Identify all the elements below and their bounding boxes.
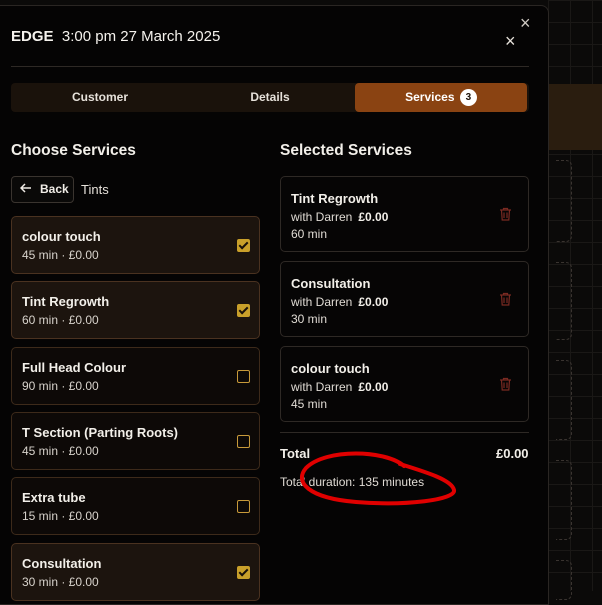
category-breadcrumb: Tints — [81, 182, 109, 197]
checkbox-icon[interactable] — [237, 566, 250, 579]
tab-label: Customer — [71, 90, 128, 104]
selected-service-staff: with Darren £0.00 — [291, 210, 388, 224]
back-label: Back — [40, 182, 69, 196]
selected-service-name: colour touch — [291, 361, 370, 376]
selected-service-price: £0.00 — [358, 210, 389, 224]
selected-service-duration: 30 min — [291, 312, 328, 326]
service-meta: 90 min · £0.00 — [22, 379, 99, 393]
background-appointment-slot — [556, 262, 572, 340]
trash-icon[interactable] — [499, 292, 512, 306]
staff-name: with Darren — [291, 295, 353, 309]
back-button[interactable]: Back — [11, 176, 74, 203]
service-name: Tint Regrowth — [22, 294, 110, 309]
service-option-full-head-colour[interactable]: Full Head Colour 90 min · £0.00 — [11, 347, 260, 405]
service-option-colour-touch[interactable]: colour touch 45 min · £0.00 — [11, 216, 260, 274]
selected-services-heading: Selected Services — [280, 142, 412, 159]
background-appointment-slot — [556, 360, 572, 440]
service-name: T Section (Parting Roots) — [22, 425, 178, 440]
header-divider — [11, 66, 529, 67]
service-option-extra-tube[interactable]: Extra tube 15 min · £0.00 — [11, 477, 260, 535]
close-icon[interactable]: × — [520, 14, 531, 32]
selected-service-name: Consultation — [291, 276, 371, 291]
service-option-consultation[interactable]: Consultation 30 min · £0.00 — [11, 543, 260, 601]
selected-service-duration: 60 min — [291, 227, 328, 241]
staff-name: with Darren — [291, 380, 353, 394]
checkbox-icon[interactable] — [237, 239, 250, 252]
tab-customer[interactable]: Customer — [14, 83, 186, 112]
selected-service-card: Tint Regrowth with Darren £0.00 60 min — [280, 176, 529, 252]
tab-bar: Customer Details Services 3 — [11, 83, 529, 112]
service-meta: 60 min · £0.00 — [22, 313, 99, 327]
background-header-strip — [548, 84, 602, 150]
tab-label: Details — [250, 90, 290, 104]
modal-title: EDGE 3:00 pm 27 March 2025 — [11, 28, 220, 45]
service-name: Extra tube — [22, 490, 86, 505]
tab-details[interactable]: Details — [184, 83, 356, 112]
service-meta: 30 min · £0.00 — [22, 575, 99, 589]
brand-label: EDGE — [11, 28, 54, 45]
selected-service-staff: with Darren £0.00 — [291, 295, 388, 309]
selected-service-price: £0.00 — [358, 295, 389, 309]
service-meta: 15 min · £0.00 — [22, 509, 99, 523]
close-icon[interactable]: × — [505, 32, 516, 50]
background-appointment-slot — [556, 460, 572, 540]
service-name: Consultation — [22, 556, 102, 571]
selected-service-staff: with Darren £0.00 — [291, 380, 388, 394]
selected-service-duration: 45 min — [291, 397, 328, 411]
selected-service-name: Tint Regrowth — [291, 191, 379, 206]
checkbox-icon[interactable] — [237, 304, 250, 317]
service-option-tint-regrowth[interactable]: Tint Regrowth 60 min · £0.00 — [11, 281, 260, 339]
background-appointment-slot — [556, 160, 572, 242]
appointment-datetime: 3:00 pm 27 March 2025 — [61, 28, 221, 45]
selected-service-card: Consultation with Darren £0.00 30 min — [280, 261, 529, 337]
checkbox-icon[interactable] — [237, 435, 250, 448]
total-value: £0.00 — [496, 446, 529, 461]
background-appointment-slot — [556, 560, 572, 600]
arrow-left-icon — [19, 177, 34, 202]
trash-icon[interactable] — [499, 207, 512, 221]
services-count-badge: 3 — [459, 89, 477, 106]
service-name: colour touch — [22, 229, 101, 244]
choose-services-heading: Choose Services — [11, 142, 136, 159]
tab-services[interactable]: Services 3 — [355, 83, 527, 112]
checkbox-icon[interactable] — [237, 500, 250, 513]
selected-service-price: £0.00 — [358, 380, 389, 394]
service-option-t-section[interactable]: T Section (Parting Roots) 45 min · £0.00 — [11, 412, 260, 470]
total-divider — [280, 432, 529, 433]
staff-name: with Darren — [291, 210, 353, 224]
checkbox-icon[interactable] — [237, 370, 250, 383]
red-annotation-circle — [299, 451, 456, 506]
service-name: Full Head Colour — [22, 360, 126, 375]
trash-icon[interactable] — [499, 377, 512, 391]
service-meta: 45 min · £0.00 — [22, 444, 99, 458]
tab-label: Services — [405, 90, 455, 104]
selected-service-card: colour touch with Darren £0.00 45 min — [280, 346, 529, 422]
service-meta: 45 min · £0.00 — [22, 248, 99, 262]
